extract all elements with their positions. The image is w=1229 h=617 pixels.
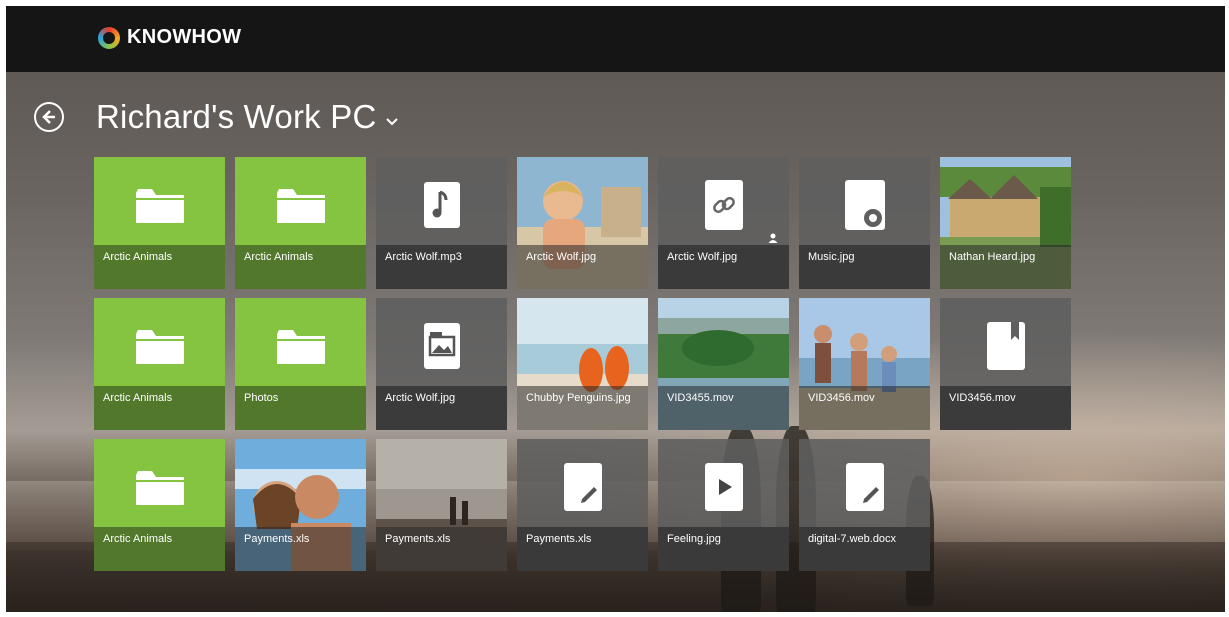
folder-tile[interactable]: Arctic Animals <box>235 157 366 289</box>
page-title: Richard's Work PC <box>96 98 377 135</box>
tile-label: VID3456.mov <box>799 386 930 430</box>
tile-label: Payments.xls <box>517 527 648 571</box>
folder-icon <box>94 175 225 235</box>
logo-icon <box>98 26 120 49</box>
tile-label: Photos <box>235 386 366 430</box>
tile-label: Feeling.jpg <box>658 527 789 571</box>
folder-tile[interactable]: Arctic Animals <box>94 298 225 430</box>
music-file-icon <box>376 175 507 235</box>
image-file-icon <box>376 316 507 376</box>
file-tile[interactable]: Arctic Wolf.jpg <box>376 298 507 430</box>
file-tile[interactable]: Nathan Heard.jpg <box>940 157 1071 289</box>
chevron-down-icon <box>386 118 399 126</box>
logo[interactable]: KNOWHOW <box>98 26 241 49</box>
tile-label: VID3455.mov <box>658 386 789 430</box>
file-tile[interactable]: Payments.xls <box>376 439 507 571</box>
location-dropdown[interactable] <box>386 118 399 126</box>
page-header: Richard's Work PC <box>34 98 399 136</box>
tile-label: Payments.xls <box>235 527 366 571</box>
file-tile[interactable]: Chubby Penguins.jpg <box>517 298 648 430</box>
file-tile[interactable]: Payments.xls <box>235 439 366 571</box>
settings-file-icon <box>799 175 930 235</box>
arrow-left-icon <box>42 110 55 124</box>
folder-tile[interactable]: Arctic Animals <box>94 157 225 289</box>
file-tile[interactable]: VID3456.mov <box>940 298 1071 430</box>
file-tile[interactable]: Arctic Wolf.mp3 <box>376 157 507 289</box>
bookmark-file-icon <box>940 316 1071 376</box>
top-bar: KNOWHOW <box>6 6 1225 72</box>
folder-tile[interactable]: Arctic Animals <box>94 439 225 571</box>
document-edit-icon <box>799 457 930 517</box>
tile-label: Music.jpg <box>799 245 930 289</box>
video-play-icon <box>658 457 789 517</box>
tile-label: Arctic Wolf.mp3 <box>376 245 507 289</box>
tile-label: Arctic Animals <box>94 527 225 571</box>
tile-label: Arctic Wolf.jpg <box>517 245 648 289</box>
back-button[interactable] <box>34 102 64 132</box>
logo-text: KNOWHOW <box>127 26 242 48</box>
tile-label: Arctic Animals <box>94 386 225 430</box>
file-tile[interactable]: Feeling.jpg <box>658 439 789 571</box>
folder-icon <box>94 316 225 376</box>
tile-label: Nathan Heard.jpg <box>940 245 1071 289</box>
folder-tile[interactable]: Photos <box>235 298 366 430</box>
link-file-icon <box>658 175 789 235</box>
tile-label: Arctic Animals <box>235 245 366 289</box>
file-tile[interactable]: digital-7.web.docx <box>799 439 930 571</box>
tile-label: Arctic Wolf.jpg <box>658 245 789 289</box>
tile-label: Arctic Wolf.jpg <box>376 386 507 430</box>
folder-icon <box>94 457 225 517</box>
tile-label: Payments.xls <box>376 527 507 571</box>
folder-icon <box>235 175 366 235</box>
tile-label: Chubby Penguins.jpg <box>517 386 648 430</box>
file-tile[interactable]: Payments.xls <box>517 439 648 571</box>
file-tile[interactable]: Arctic Wolf.jpg <box>658 157 789 289</box>
file-tile[interactable]: VID3456.mov <box>799 298 930 430</box>
file-tile[interactable]: Arctic Wolf.jpg <box>517 157 648 289</box>
file-tile[interactable]: VID3455.mov <box>658 298 789 430</box>
tile-label: Arctic Animals <box>94 245 225 289</box>
folder-icon <box>235 316 366 376</box>
tile-label: VID3456.mov <box>940 386 1071 430</box>
document-edit-icon <box>517 457 648 517</box>
tile-label: digital-7.web.docx <box>799 527 930 571</box>
app-window: KNOWHOW Richard's Work PC Arctic Animals… <box>6 6 1225 612</box>
file-tile[interactable]: Music.jpg <box>799 157 930 289</box>
